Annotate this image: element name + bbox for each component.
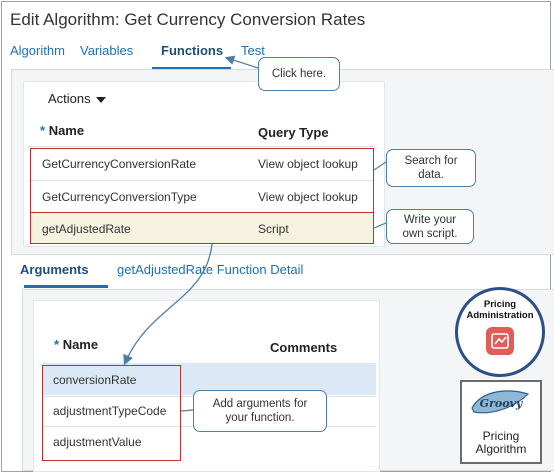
callout-text: own script. bbox=[402, 228, 458, 240]
groovy-logo-icon: Groovy bbox=[471, 390, 530, 414]
callout-text: your function. bbox=[225, 412, 295, 424]
pricing-admin-icon bbox=[486, 327, 514, 355]
groovy-logo-text: Groovy bbox=[480, 397, 524, 410]
callout-text: Add arguments for bbox=[212, 398, 308, 410]
badge-text: Algorithm bbox=[475, 442, 527, 456]
callout-write-script: Write your own script. bbox=[386, 209, 474, 244]
callout-text: Click here. bbox=[271, 68, 327, 80]
callout-search-data: Search for data. bbox=[386, 149, 476, 187]
pricing-administration-badge: Pricing Administration bbox=[455, 287, 545, 377]
callout-text: data. bbox=[418, 169, 444, 181]
badge-text: Administration bbox=[466, 310, 534, 321]
callout-text: Search for bbox=[404, 155, 458, 167]
callout-add-arguments: Add arguments for your function. bbox=[193, 390, 327, 432]
pricing-algorithm-badge: Groovy Pricing Algorithm bbox=[460, 380, 542, 464]
badge-text: Pricing bbox=[483, 299, 517, 310]
callout-click-here: Click here. bbox=[258, 57, 340, 91]
callout-text: Write your bbox=[403, 214, 457, 226]
